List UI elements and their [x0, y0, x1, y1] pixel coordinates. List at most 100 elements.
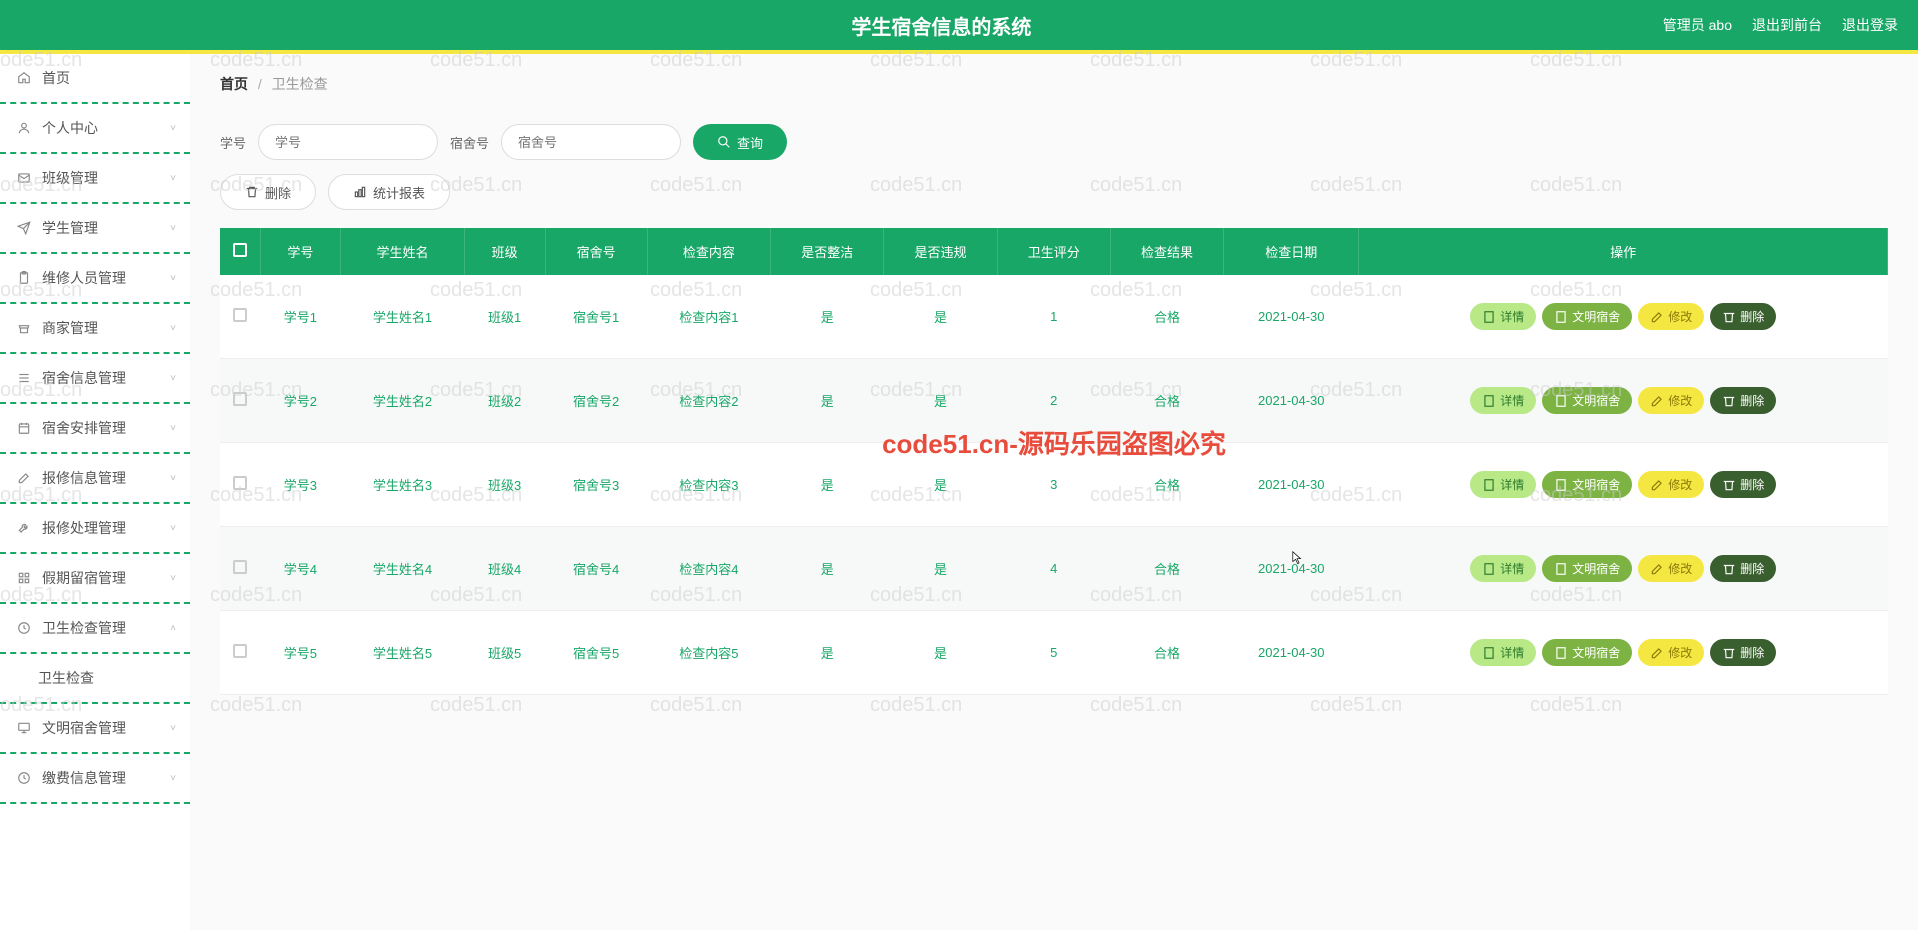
row-delete-button[interactable]: 删除	[1710, 555, 1776, 582]
to-front-link[interactable]: 退出到前台	[1752, 15, 1822, 35]
edit-button[interactable]: 修改	[1638, 387, 1704, 414]
filter-dorm-input[interactable]	[501, 124, 681, 160]
cell-date: 2021-04-30	[1224, 527, 1359, 611]
cell-score: 3	[997, 443, 1110, 527]
edit-icon	[1650, 646, 1664, 660]
action-bar: 删除 统计报表	[220, 174, 1888, 210]
row-delete-button[interactable]: 删除	[1710, 303, 1776, 330]
sidebar-item-0[interactable]: 首页	[0, 54, 190, 104]
sidebar-item-label: 缴费信息管理	[42, 768, 126, 788]
select-all-checkbox[interactable]	[233, 243, 247, 257]
time-icon	[16, 770, 32, 786]
cell-name: 学生姓名1	[341, 275, 464, 359]
sidebar-item-9[interactable]: 报修处理管理˅	[0, 504, 190, 554]
search-button[interactable]: 查询	[693, 124, 787, 160]
cell-result: 合格	[1110, 275, 1223, 359]
chevron-down-icon: ˅	[170, 323, 176, 334]
edit-icon	[1650, 562, 1664, 576]
cal-icon	[16, 420, 32, 436]
row-delete-button[interactable]: 删除	[1710, 639, 1776, 666]
row-checkbox[interactable]	[233, 476, 247, 490]
edit-button[interactable]: 修改	[1638, 639, 1704, 666]
filter-id-input[interactable]	[258, 124, 438, 160]
cell-date: 2021-04-30	[1224, 275, 1359, 359]
table-header: 检查日期	[1224, 228, 1359, 275]
sidebar-item-14[interactable]: 缴费信息管理˅	[0, 754, 190, 804]
cell-dorm: 宿舍号4	[545, 527, 647, 611]
detail-button[interactable]: 详情	[1470, 555, 1536, 582]
detail-button[interactable]: 详情	[1470, 303, 1536, 330]
doc-icon	[1554, 562, 1568, 576]
civil-button[interactable]: 文明宿舍	[1542, 471, 1632, 498]
cell-clean: 是	[771, 443, 884, 527]
table-header: 操作	[1359, 228, 1888, 275]
row-checkbox[interactable]	[233, 392, 247, 406]
sidebar-item-8[interactable]: 报修信息管理˅	[0, 454, 190, 504]
row-checkbox[interactable]	[233, 308, 247, 322]
cell-id: 学号3	[260, 443, 341, 527]
sidebar-item-4[interactable]: 维修人员管理˅	[0, 254, 190, 304]
sidebar-item-label: 报修信息管理	[42, 468, 126, 488]
watermark: code51.cn	[870, 694, 962, 717]
cell-actions: 详情文明宿舍修改删除	[1359, 611, 1888, 695]
sidebar-item-12[interactable]: 卫生检查	[0, 654, 190, 704]
cell-content: 检查内容5	[647, 611, 770, 695]
detail-button[interactable]: 详情	[1470, 639, 1536, 666]
sidebar-item-label: 商家管理	[42, 318, 98, 338]
cell-actions: 详情文明宿舍修改删除	[1359, 275, 1888, 359]
doc-icon	[1554, 394, 1568, 408]
table-header: 卫生评分	[997, 228, 1110, 275]
wrench-icon	[16, 520, 32, 536]
bulk-delete-button[interactable]: 删除	[220, 174, 316, 210]
search-icon	[717, 135, 731, 149]
admin-label[interactable]: 管理员 abo	[1663, 15, 1732, 35]
civil-button[interactable]: 文明宿舍	[1542, 387, 1632, 414]
cell-id: 学号5	[260, 611, 341, 695]
watermark: code51.cn	[210, 694, 302, 717]
table-header: 学号	[260, 228, 341, 275]
breadcrumb-home[interactable]: 首页	[220, 76, 248, 92]
sidebar-item-7[interactable]: 宿舍安排管理˅	[0, 404, 190, 454]
sidebar-item-label: 个人中心	[42, 118, 98, 138]
chevron-down-icon: ˅	[170, 223, 176, 234]
sidebar-item-1[interactable]: 个人中心˅	[0, 104, 190, 154]
cell-score: 4	[997, 527, 1110, 611]
row-checkbox[interactable]	[233, 560, 247, 574]
sidebar-item-6[interactable]: 宿舍信息管理˅	[0, 354, 190, 404]
row-checkbox[interactable]	[233, 644, 247, 658]
chevron-up-icon: ˄	[170, 623, 176, 634]
sidebar-item-5[interactable]: 商家管理 ˅	[0, 304, 190, 354]
logout-link[interactable]: 退出登录	[1842, 15, 1898, 35]
cell-class: 班级5	[464, 611, 545, 695]
sidebar-item-2[interactable]: 班级管理˅	[0, 154, 190, 204]
civil-button[interactable]: 文明宿舍	[1542, 555, 1632, 582]
detail-button[interactable]: 详情	[1470, 471, 1536, 498]
watermark: code51.cn	[430, 694, 522, 717]
cell-clean: 是	[771, 275, 884, 359]
sidebar-item-10[interactable]: 假期留宿管理˅	[0, 554, 190, 604]
sidebar-item-label: 假期留宿管理	[42, 568, 126, 588]
sidebar-item-13[interactable]: 文明宿舍管理˅	[0, 704, 190, 754]
send-icon	[16, 220, 32, 236]
report-button[interactable]: 统计报表	[328, 174, 450, 210]
cell-dorm: 宿舍号5	[545, 611, 647, 695]
table-row: 学号1学生姓名1班级1宿舍号1检查内容1是是1合格2021-04-30详情文明宿…	[220, 275, 1888, 359]
detail-button[interactable]: 详情	[1470, 387, 1536, 414]
cell-violate: 是	[884, 527, 997, 611]
cell-date: 2021-04-30	[1224, 359, 1359, 443]
civil-button[interactable]: 文明宿舍	[1542, 639, 1632, 666]
civil-button[interactable]: 文明宿舍	[1542, 303, 1632, 330]
edit-button[interactable]: 修改	[1638, 303, 1704, 330]
table-row: 学号2学生姓名2班级2宿舍号2检查内容2是是2合格2021-04-30详情文明宿…	[220, 359, 1888, 443]
doc-icon	[1554, 646, 1568, 660]
filter-dorm-label: 宿舍号	[450, 133, 489, 152]
edit-button[interactable]: 修改	[1638, 471, 1704, 498]
sidebar-item-11[interactable]: 卫生检查管理˄	[0, 604, 190, 654]
row-delete-button[interactable]: 删除	[1710, 471, 1776, 498]
edit-button[interactable]: 修改	[1638, 555, 1704, 582]
home-icon	[16, 70, 32, 86]
filter-bar: 学号 宿舍号 查询	[220, 124, 1888, 160]
sidebar-item-3[interactable]: 学生管理˅	[0, 204, 190, 254]
cell-class: 班级3	[464, 443, 545, 527]
row-delete-button[interactable]: 删除	[1710, 387, 1776, 414]
